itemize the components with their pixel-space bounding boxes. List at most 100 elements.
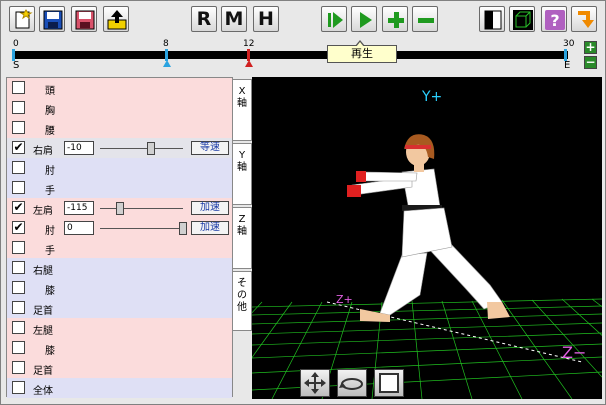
playhead-triangle[interactable] [163, 60, 171, 67]
timeline-start-label: S [13, 60, 20, 71]
joint-row-left-hand[interactable]: 手 [7, 238, 232, 258]
cube-icon [513, 10, 533, 30]
z-plus-axis-label: Z+ [336, 293, 353, 306]
add-frame-button[interactable] [382, 6, 408, 32]
timeline-track[interactable] [12, 51, 568, 59]
mode-h-button[interactable]: H [253, 6, 279, 32]
step-play-icon [328, 12, 343, 28]
mode-r-button[interactable]: R [191, 6, 217, 32]
tick-label-8: 8 [163, 39, 169, 49]
joint-checkbox[interactable]: ✔ [12, 141, 25, 154]
export-button[interactable] [103, 6, 129, 32]
joint-row-right-elbow[interactable]: 肘 [7, 158, 232, 178]
move-arrows-icon [304, 372, 326, 394]
joint-row-right-ankle[interactable]: 足首 [7, 298, 232, 318]
reset-view-button[interactable] [374, 369, 404, 397]
joint-row-left-thigh[interactable]: 左腿 [7, 318, 232, 338]
joint-checkbox[interactable] [12, 341, 25, 354]
joint-row-chest[interactable]: 胸 [7, 98, 232, 118]
joint-label: 膝 [45, 286, 55, 297]
slider-thumb[interactable] [147, 142, 155, 155]
save-button[interactable] [39, 6, 65, 32]
pan-button[interactable] [300, 369, 330, 397]
joint-checkbox[interactable] [12, 241, 25, 254]
app-window: R M H ? 0 8 12 30 S E 再生 + − 頭 胸 腰 ✔ 右肩 … [0, 0, 606, 405]
joint-checkbox[interactable] [12, 361, 25, 374]
tab-x-axis-label: X軸 [237, 86, 247, 109]
joint-checkbox[interactable]: ✔ [12, 221, 25, 234]
joint-row-waist[interactable]: 腰 [7, 118, 232, 138]
joint-checkbox[interactable] [12, 121, 25, 134]
joint-row-whole-body[interactable]: 全体 [7, 378, 232, 398]
slider-thumb[interactable] [116, 202, 124, 215]
joint-angle-input[interactable]: 0 [64, 221, 94, 235]
joint-row-right-thigh[interactable]: 右腿 [7, 258, 232, 278]
slider-thumb[interactable] [179, 222, 187, 235]
exit-button[interactable] [571, 6, 597, 32]
joint-checkbox[interactable]: ✔ [12, 201, 25, 214]
joint-panel: 頭 胸 腰 ✔ 右肩 -10 等速 肘 手 ✔ 左肩 -115 加速 ✔ 肘 0… [6, 77, 233, 398]
floppy-disk-red-icon [75, 10, 95, 30]
new-file-icon [15, 9, 33, 29]
joint-row-left-knee[interactable]: 膝 [7, 338, 232, 358]
joint-label: 頭 [45, 86, 55, 97]
tab-z-axis[interactable]: Z軸 [232, 207, 252, 269]
red-marker-triangle[interactable] [245, 60, 253, 67]
joint-row-head[interactable]: 頭 [7, 78, 232, 98]
joint-row-left-shoulder[interactable]: ✔ 左肩 -115 加速 [7, 198, 232, 218]
joint-checkbox[interactable] [12, 101, 25, 114]
joint-angle-input[interactable]: -115 [64, 201, 94, 215]
joint-checkbox[interactable] [12, 181, 25, 194]
joint-label: 左肩 [33, 206, 53, 217]
play-button[interactable] [351, 6, 377, 32]
joint-label: 左腿 [33, 326, 53, 337]
easing-mode-button[interactable]: 加速 [191, 221, 229, 235]
step-play-button[interactable] [321, 6, 347, 32]
joint-angle-slider[interactable] [100, 142, 183, 155]
timeline-end-label: E [564, 60, 571, 71]
easing-mode-button[interactable]: 等速 [191, 141, 229, 155]
joint-checkbox[interactable] [12, 381, 25, 394]
joint-row-left-ankle[interactable]: 足首 [7, 358, 232, 378]
export-arrow-icon [107, 10, 127, 30]
cube-view-button[interactable] [509, 6, 535, 32]
joint-angle-slider[interactable] [100, 222, 187, 235]
help-button[interactable]: ? [541, 6, 567, 32]
display-toggle-button[interactable] [479, 6, 505, 32]
square-frame-icon [379, 373, 399, 393]
rotate-button[interactable] [337, 369, 367, 397]
joint-checkbox[interactable] [12, 261, 25, 274]
tab-x-axis[interactable]: X軸 [232, 79, 252, 141]
3d-viewport[interactable]: Y+ Z+ Z− [252, 77, 602, 399]
mode-m-button[interactable]: M [221, 6, 247, 32]
plus-icon [388, 12, 404, 28]
joint-label: 手 [45, 246, 55, 257]
joint-label: 胸 [45, 106, 55, 117]
tab-other-label: その他 [237, 278, 247, 313]
new-button[interactable] [9, 6, 35, 32]
remove-frame-button[interactable] [412, 6, 438, 32]
joint-checkbox[interactable] [12, 81, 25, 94]
joint-angle-slider[interactable] [100, 202, 183, 215]
joint-label: 肘 [45, 166, 55, 177]
tab-y-axis[interactable]: Y軸 [232, 143, 252, 205]
joint-checkbox[interactable] [12, 281, 25, 294]
zoom-in-timeline-button[interactable]: + [584, 41, 597, 54]
minus-icon [418, 18, 434, 23]
joint-label: 右肩 [33, 146, 53, 157]
joint-row-right-knee[interactable]: 膝 [7, 278, 232, 298]
joint-checkbox[interactable] [12, 321, 25, 334]
tick-label-30: 30 [563, 39, 575, 49]
joint-row-right-shoulder[interactable]: ✔ 右肩 -10 等速 [7, 138, 232, 158]
joint-row-right-hand[interactable]: 手 [7, 178, 232, 198]
zoom-out-timeline-button[interactable]: − [584, 56, 597, 69]
joint-checkbox[interactable] [12, 301, 25, 314]
tick-label-12: 12 [243, 39, 255, 49]
joint-row-left-elbow[interactable]: ✔ 肘 0 加速 [7, 218, 232, 238]
tab-other[interactable]: その他 [232, 271, 252, 331]
z-minus-axis-label: Z− [562, 343, 587, 362]
joint-angle-input[interactable]: -10 [64, 141, 94, 155]
easing-mode-button[interactable]: 加速 [191, 201, 229, 215]
save-as-button[interactable] [71, 6, 97, 32]
joint-checkbox[interactable] [12, 161, 25, 174]
